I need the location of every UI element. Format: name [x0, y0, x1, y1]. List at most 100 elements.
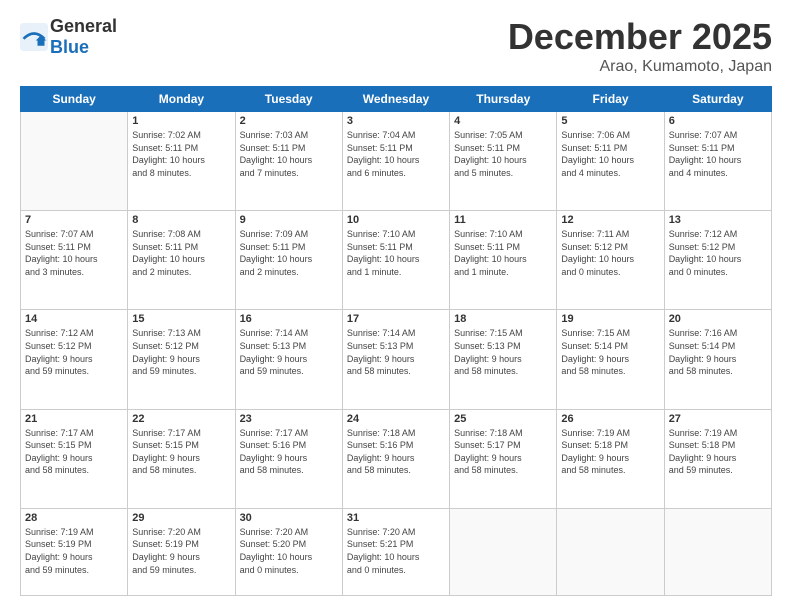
day-number: 23 — [240, 413, 338, 425]
day-number: 30 — [240, 512, 338, 524]
day-number: 18 — [454, 313, 552, 325]
day-number: 19 — [561, 313, 659, 325]
cell-info: Sunrise: 7:08 AMSunset: 5:11 PMDaylight:… — [132, 228, 230, 278]
day-number: 22 — [132, 413, 230, 425]
cell-info: Sunrise: 7:19 AMSunset: 5:19 PMDaylight:… — [25, 526, 123, 576]
cell-info: Sunrise: 7:05 AMSunset: 5:11 PMDaylight:… — [454, 129, 552, 179]
cell-info: Sunrise: 7:16 AMSunset: 5:14 PMDaylight:… — [669, 327, 767, 377]
calendar-table: SundayMondayTuesdayWednesdayThursdayFrid… — [20, 86, 772, 596]
col-header-monday: Monday — [128, 87, 235, 112]
cell-info: Sunrise: 7:07 AMSunset: 5:11 PMDaylight:… — [669, 129, 767, 179]
cell-info: Sunrise: 7:19 AMSunset: 5:18 PMDaylight:… — [561, 427, 659, 477]
cell-info: Sunrise: 7:02 AMSunset: 5:11 PMDaylight:… — [132, 129, 230, 179]
calendar-cell: 31Sunrise: 7:20 AMSunset: 5:21 PMDayligh… — [342, 508, 449, 595]
calendar-cell: 18 Sunrise: 7:15 AMSunset: 5:13 PMDayligh… — [450, 310, 557, 409]
calendar-cell: 29Sunrise: 7:20 AMSunset: 5:19 PMDayligh… — [128, 508, 235, 595]
calendar-cell: 24 Sunrise: 7:18 AMSunset: 5:16 PMDayligh… — [342, 409, 449, 508]
calendar-cell: 20 Sunrise: 7:16 AMSunset: 5:14 PMDayligh… — [664, 310, 771, 409]
cell-info: Sunrise: 7:14 AMSunset: 5:13 PMDaylight:… — [240, 327, 338, 377]
calendar-cell: 8 Sunrise: 7:08 AMSunset: 5:11 PMDaylight… — [128, 211, 235, 310]
calendar-cell — [557, 508, 664, 595]
col-header-tuesday: Tuesday — [235, 87, 342, 112]
col-header-thursday: Thursday — [450, 87, 557, 112]
day-number: 13 — [669, 214, 767, 226]
cell-info: Sunrise: 7:17 AMSunset: 5:15 PMDaylight:… — [132, 427, 230, 477]
cell-info: Sunrise: 7:09 AMSunset: 5:11 PMDaylight:… — [240, 228, 338, 278]
logo-icon — [20, 23, 48, 51]
cell-info: Sunrise: 7:17 AMSunset: 5:16 PMDaylight:… — [240, 427, 338, 477]
day-number: 9 — [240, 214, 338, 226]
cell-info: Sunrise: 7:14 AMSunset: 5:13 PMDaylight:… — [347, 327, 445, 377]
day-number: 8 — [132, 214, 230, 226]
day-number: 6 — [669, 115, 767, 127]
cell-info: Sunrise: 7:12 AMSunset: 5:12 PMDaylight:… — [25, 327, 123, 377]
calendar-cell: 5 Sunrise: 7:06 AMSunset: 5:11 PMDaylight… — [557, 112, 664, 211]
calendar-cell — [21, 112, 128, 211]
calendar-cell: 10 Sunrise: 7:10 AMSunset: 5:11 PMDayligh… — [342, 211, 449, 310]
day-number: 24 — [347, 413, 445, 425]
day-number: 4 — [454, 115, 552, 127]
day-number: 16 — [240, 313, 338, 325]
header: General Blue December 2025 Arao, Kumamot… — [20, 16, 772, 76]
day-number: 15 — [132, 313, 230, 325]
cell-info: Sunrise: 7:11 AMSunset: 5:12 PMDaylight:… — [561, 228, 659, 278]
day-number: 10 — [347, 214, 445, 226]
calendar-cell: 12Sunrise: 7:11 AMSunset: 5:12 PMDayligh… — [557, 211, 664, 310]
calendar-cell: 16 Sunrise: 7:14 AMSunset: 5:13 PMDayligh… — [235, 310, 342, 409]
day-number: 14 — [25, 313, 123, 325]
cell-info: Sunrise: 7:10 AMSunset: 5:11 PMDaylight:… — [347, 228, 445, 278]
calendar-cell: 11Sunrise: 7:10 AMSunset: 5:11 PMDayligh… — [450, 211, 557, 310]
calendar-cell — [450, 508, 557, 595]
calendar-cell: 28 Sunrise: 7:19 AMSunset: 5:19 PMDayligh… — [21, 508, 128, 595]
calendar-cell: 13 Sunrise: 7:12 AMSunset: 5:12 PMDayligh… — [664, 211, 771, 310]
day-number: 7 — [25, 214, 123, 226]
cell-info: Sunrise: 7:19 AMSunset: 5:18 PMDaylight:… — [669, 427, 767, 477]
day-number: 28 — [25, 512, 123, 524]
calendar-cell: 19 Sunrise: 7:15 AMSunset: 5:14 PMDayligh… — [557, 310, 664, 409]
title-block: December 2025 Arao, Kumamoto, Japan — [508, 16, 772, 76]
day-number: 26 — [561, 413, 659, 425]
day-number: 27 — [669, 413, 767, 425]
logo-general-text: General — [50, 16, 117, 36]
day-number: 17 — [347, 313, 445, 325]
calendar-cell: 21 Sunrise: 7:17 AMSunset: 5:15 PMDayligh… — [21, 409, 128, 508]
calendar-cell: 3 Sunrise: 7:04 AMSunset: 5:11 PMDaylight… — [342, 112, 449, 211]
cell-info: Sunrise: 7:12 AMSunset: 5:12 PMDaylight:… — [669, 228, 767, 278]
page: General Blue December 2025 Arao, Kumamot… — [0, 0, 792, 612]
day-number: 3 — [347, 115, 445, 127]
cell-info: Sunrise: 7:10 AMSunset: 5:11 PMDaylight:… — [454, 228, 552, 278]
day-number: 21 — [25, 413, 123, 425]
cell-info: Sunrise: 7:20 AMSunset: 5:21 PMDaylight:… — [347, 526, 445, 576]
calendar-cell: 25Sunrise: 7:18 AMSunset: 5:17 PMDayligh… — [450, 409, 557, 508]
day-number: 1 — [132, 115, 230, 127]
calendar-cell: 2 Sunrise: 7:03 AMSunset: 5:11 PMDaylight… — [235, 112, 342, 211]
calendar-cell: 27 Sunrise: 7:19 AMSunset: 5:18 PMDayligh… — [664, 409, 771, 508]
calendar-cell: 15Sunrise: 7:13 AMSunset: 5:12 PMDayligh… — [128, 310, 235, 409]
calendar-cell: 23 Sunrise: 7:17 AMSunset: 5:16 PMDayligh… — [235, 409, 342, 508]
col-header-wednesday: Wednesday — [342, 87, 449, 112]
cell-info: Sunrise: 7:07 AMSunset: 5:11 PMDaylight:… — [25, 228, 123, 278]
cell-info: Sunrise: 7:18 AMSunset: 5:16 PMDaylight:… — [347, 427, 445, 477]
day-number: 2 — [240, 115, 338, 127]
cell-info: Sunrise: 7:15 AMSunset: 5:14 PMDaylight:… — [561, 327, 659, 377]
cell-info: Sunrise: 7:17 AMSunset: 5:15 PMDaylight:… — [25, 427, 123, 477]
day-number: 5 — [561, 115, 659, 127]
cell-info: Sunrise: 7:15 AMSunset: 5:13 PMDaylight:… — [454, 327, 552, 377]
day-number: 29 — [132, 512, 230, 524]
cell-info: Sunrise: 7:03 AMSunset: 5:11 PMDaylight:… — [240, 129, 338, 179]
calendar-cell: 9 Sunrise: 7:09 AMSunset: 5:11 PMDaylight… — [235, 211, 342, 310]
day-number: 20 — [669, 313, 767, 325]
calendar-cell: 30Sunrise: 7:20 AMSunset: 5:20 PMDayligh… — [235, 508, 342, 595]
cell-info: Sunrise: 7:04 AMSunset: 5:11 PMDaylight:… — [347, 129, 445, 179]
logo-blue-text: Blue — [50, 37, 89, 57]
calendar-cell: 22 Sunrise: 7:17 AMSunset: 5:15 PMDayligh… — [128, 409, 235, 508]
calendar-cell — [664, 508, 771, 595]
calendar-cell: 1 Sunrise: 7:02 AMSunset: 5:11 PMDaylight… — [128, 112, 235, 211]
calendar-cell: 6 Sunrise: 7:07 AMSunset: 5:11 PMDaylight… — [664, 112, 771, 211]
cell-info: Sunrise: 7:06 AMSunset: 5:11 PMDaylight:… — [561, 129, 659, 179]
calendar-cell: 14 Sunrise: 7:12 AMSunset: 5:12 PMDayligh… — [21, 310, 128, 409]
cell-info: Sunrise: 7:18 AMSunset: 5:17 PMDaylight:… — [454, 427, 552, 477]
logo: General Blue — [20, 16, 117, 58]
calendar-cell: 4 Sunrise: 7:05 AMSunset: 5:11 PMDaylight… — [450, 112, 557, 211]
month-title: December 2025 — [508, 16, 772, 58]
